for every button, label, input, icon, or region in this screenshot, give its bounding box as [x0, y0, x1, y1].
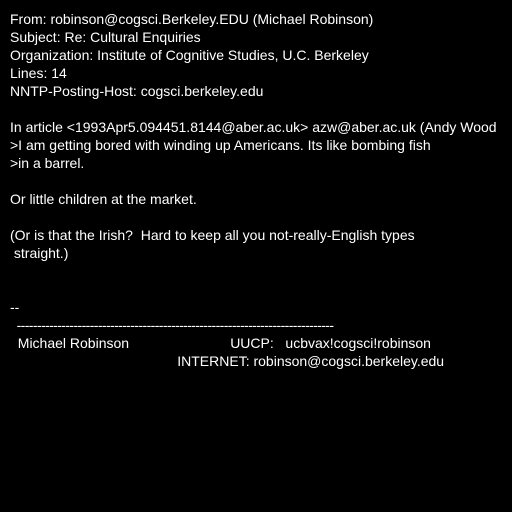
header-nntp-host: NNTP-Posting-Host: cogsci.berkeley.edu: [10, 83, 264, 99]
signature-separator: --: [10, 299, 20, 315]
header-lines: Lines: 14: [10, 65, 67, 81]
attribution-line: In article <1993Apr5.094451.8144@aber.ac…: [10, 119, 497, 135]
quoted-line-2: >in a barrel.: [10, 155, 85, 171]
signature-internet-line: INTERNET: robinson@cogsci.berkeley.edu: [10, 353, 445, 369]
reply-line-1: Or little children at the market.: [10, 191, 197, 207]
header-subject: Subject: Re: Cultural Enquiries: [10, 29, 201, 45]
signature-rule: ----------------------------------------…: [10, 317, 334, 333]
reply-line-3: straight.): [10, 245, 69, 261]
usenet-article: From: robinson@cogsci.Berkeley.EDU (Mich…: [0, 0, 512, 512]
reply-line-2: (Or is that the Irish? Hard to keep all …: [10, 227, 415, 243]
header-from: From: robinson@cogsci.Berkeley.EDU (Mich…: [10, 11, 374, 27]
signature-name-line: Michael Robinson UUCP: ucbvax!cogsci!rob…: [10, 335, 431, 351]
quoted-line-1: >I am getting bored with winding up Amer…: [10, 137, 431, 153]
header-organization: Organization: Institute of Cognitive Stu…: [10, 47, 369, 63]
